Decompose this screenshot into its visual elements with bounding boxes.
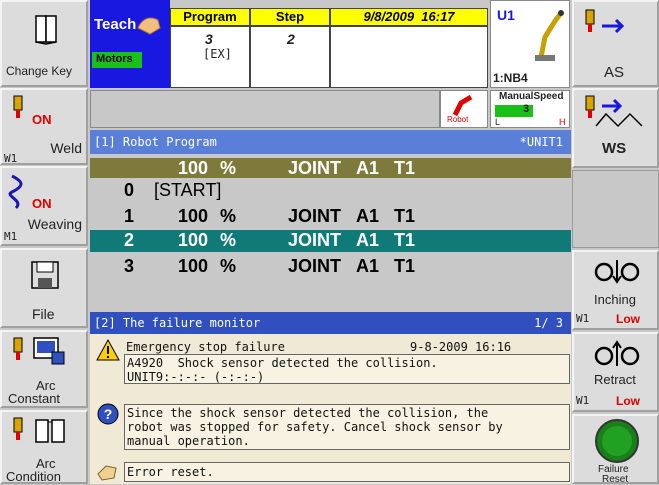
weld-label: Weld <box>50 140 82 156</box>
datetime-box: 9/8/2009 16:17 <box>330 8 488 26</box>
manual-speed-label: ManualSpeed <box>499 91 564 102</box>
weaving-status: ON <box>32 196 52 211</box>
unit-panel: U1 1:NB4 <box>490 0 570 88</box>
action-text-box: Error reset. <box>124 462 570 482</box>
error-line-1: A4920 Shock sensor detected the collisio… <box>127 356 438 370</box>
arc-condition-button[interactable]: Arc Condition <box>0 410 88 484</box>
help-text-box: Since the shock sensor detected the coll… <box>124 404 570 450</box>
right-blank-panel <box>572 170 659 248</box>
as-label: AS <box>604 64 625 81</box>
torch-icon <box>13 337 23 360</box>
robot-arm-icon <box>535 10 564 61</box>
help-line-1: Since the shock sensor detected the coll… <box>127 406 489 420</box>
weld-tag: W1 <box>4 152 18 165</box>
program-value-box[interactable]: 3 [EX] <box>170 26 250 88</box>
torch-weave-icon <box>585 95 643 128</box>
speed-low-label: L <box>495 117 501 127</box>
failure-reset-label-2: Reset <box>602 474 629 485</box>
ws-label: WS <box>602 140 627 157</box>
arc-condition-label-2: Condition <box>6 469 61 484</box>
program-row[interactable]: 0 [START] <box>90 180 571 200</box>
change-key-label: Change Key <box>6 64 73 78</box>
book-icon <box>35 15 57 45</box>
help-icon: ? <box>97 403 119 425</box>
open-book-icon <box>35 419 65 443</box>
weave-icon <box>8 174 23 210</box>
weld-button[interactable]: ON Weld W1 <box>0 88 88 165</box>
failure-reset-button[interactable]: Failure Reset <box>572 414 659 485</box>
retract-tag: W1 <box>576 394 590 407</box>
failure-panel-body: Emergency stop failure 9-8-2009 16:16 A4… <box>90 334 571 484</box>
weld-status: ON <box>32 112 52 127</box>
weaving-button[interactable]: ON Weaving M1 <box>0 166 88 246</box>
teach-mode-panel: Teach Motors <box>90 0 170 88</box>
error-title: Emergency stop failure <box>126 340 285 354</box>
program-panel-title: [1] Robot Program *UNIT1 <box>90 130 571 154</box>
step-number: 2 <box>287 31 295 47</box>
hand-icon <box>137 17 161 35</box>
green-circle-icon <box>595 419 639 463</box>
program-row[interactable]: 1 100 % JOINT A1 T1 <box>90 206 571 226</box>
warning-icon <box>96 338 120 361</box>
torch-arrow-icon <box>585 9 625 34</box>
inching-level: Low <box>616 312 640 326</box>
nb-label: 1:NB4 <box>493 71 528 85</box>
hand-pointer-icon <box>97 465 117 481</box>
retract-button[interactable]: Retract W1 Low <box>572 332 659 412</box>
weaving-label: Weaving <box>27 216 82 232</box>
weaving-tag: M1 <box>4 230 18 243</box>
action-line: Error reset. <box>127 465 214 479</box>
teach-mode-label: Teach <box>94 16 137 33</box>
inching-label: Inching <box>594 292 636 307</box>
ws-button[interactable]: WS <box>572 88 659 168</box>
retract-icon <box>594 340 640 366</box>
manual-speed-value: 3 <box>523 103 530 115</box>
inching-icon <box>594 260 640 284</box>
inching-tag: W1 <box>576 312 590 325</box>
help-line-2: robot was stopped for safety. Cancel sho… <box>127 420 503 434</box>
robot-icon-label: Robot <box>447 115 469 124</box>
arc-constant-button[interactable]: Arc Constant <box>0 330 88 408</box>
header-message-box <box>330 26 488 88</box>
error-detail-box: A4920 Shock sensor detected the collisio… <box>124 354 570 384</box>
monitor-icon <box>33 337 65 365</box>
program-row[interactable]: 3 100 % JOINT A1 T1 <box>90 256 571 276</box>
help-line-3: manual operation. <box>127 434 250 448</box>
status-strip <box>90 90 440 128</box>
torch-icon <box>13 95 23 118</box>
file-button[interactable]: File <box>0 248 88 328</box>
error-line-2: UNIT9:-:-:- (-:-:-) <box>127 370 265 384</box>
current-line-row: 100 % JOINT A1 T1 <box>90 158 571 178</box>
unit-label: U1 <box>497 7 515 23</box>
floppy-disk-icon <box>31 261 59 289</box>
as-button[interactable]: AS <box>572 0 659 87</box>
svg-text:?: ? <box>104 406 113 422</box>
inching-button[interactable]: Inching W1 Low <box>572 250 659 330</box>
retract-level: Low <box>616 394 640 408</box>
step-header: Step <box>250 8 330 26</box>
file-label: File <box>32 306 55 322</box>
robot-status-icon[interactable]: Robot <box>440 90 488 128</box>
motors-indicator: Motors <box>92 52 142 68</box>
speed-high-label: H <box>559 117 566 127</box>
program-list: 100 % JOINT A1 T1 0 [START] 1 100 % JOIN… <box>90 154 571 310</box>
failure-panel-title: [2] The failure monitor 1/ 3 <box>90 312 571 334</box>
manual-speed-panel[interactable]: ManualSpeed 3 L H <box>490 90 570 128</box>
change-key-button[interactable]: Change Key <box>0 0 88 87</box>
program-sub: [EX] <box>203 47 232 61</box>
error-time: 9-8-2009 16:16 <box>410 340 512 354</box>
retract-label: Retract <box>594 372 636 387</box>
arc-constant-label-2: Constant <box>8 391 61 406</box>
program-row-selected[interactable]: 2 100 % JOINT A1 T1 <box>90 230 571 252</box>
program-header: Program <box>170 8 250 26</box>
step-value-box[interactable]: 2 <box>250 26 330 88</box>
program-number: 3 <box>205 31 213 47</box>
torch-icon <box>13 417 23 440</box>
